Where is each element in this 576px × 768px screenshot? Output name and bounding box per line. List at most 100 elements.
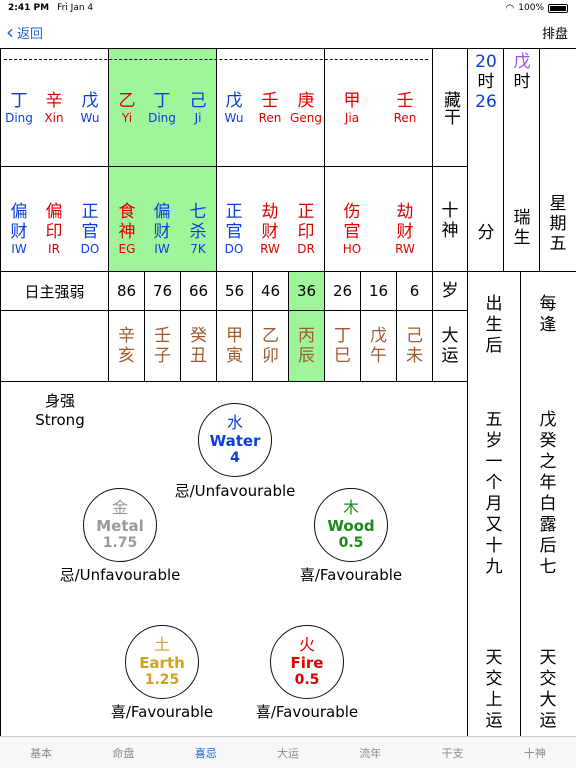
shishen-char-b: 神: [441, 221, 459, 241]
ten-god: 食 神 EG: [109, 196, 145, 262]
tab-basic[interactable]: 基本: [0, 737, 82, 768]
hidden-stem: 辛 Xin: [36, 78, 72, 138]
luck-branch: 丑: [190, 346, 207, 366]
luck-branch: 未: [406, 346, 423, 366]
age-cell[interactable]: 26: [325, 272, 360, 310]
age-cell[interactable]: 6: [397, 272, 432, 310]
god-abbr: EG: [118, 242, 136, 256]
luck-branch: 子: [154, 346, 171, 366]
tab-luck[interactable]: 大运: [247, 737, 329, 768]
dayun-char-b: 运: [441, 346, 459, 366]
age-cell[interactable]: 66: [181, 272, 216, 310]
element-fire[interactable]: 火 Fire 0.5: [270, 625, 344, 699]
god-char-b: 财: [10, 222, 28, 242]
vchar: 大: [539, 690, 557, 710]
god-abbr: DO: [80, 242, 100, 256]
ruisheng: 瑞 生: [504, 198, 540, 258]
stem-pinyin: Ren: [258, 111, 282, 125]
element-value: 4: [230, 450, 240, 466]
luck-pillar[interactable]: 戊午: [361, 311, 396, 381]
stem-char: 辛: [45, 91, 63, 111]
battery-percent: 100%: [518, 3, 544, 13]
weekday: 星 期 五: [540, 188, 576, 260]
ten-god: 偏 财 IW: [1, 196, 37, 262]
god-abbr: DO: [224, 242, 244, 256]
rizhu-text: 日主强弱: [24, 282, 85, 301]
hour-info: 20 时 26: [468, 52, 504, 122]
stem-char: 甲: [343, 91, 361, 111]
vchar: 运: [485, 711, 503, 731]
stem-pinyin: Geng: [290, 111, 322, 125]
luck-pillar[interactable]: 丁巳: [325, 311, 360, 381]
strength-label: 身强 Strong: [20, 390, 100, 432]
ruisheng-b: 生: [513, 228, 531, 248]
luck-branch: 辰: [298, 346, 315, 366]
tab-ganzhi[interactable]: 干支: [411, 737, 493, 768]
age-cell[interactable]: 56: [217, 272, 252, 310]
age-value: 26: [332, 282, 353, 300]
stem-char: 戊: [225, 91, 243, 111]
hidden-stem: 丁 Ding: [144, 78, 180, 138]
stem-pinyin: Xin: [44, 111, 64, 125]
element-wood[interactable]: 木 Wood 0.5: [314, 488, 388, 562]
luck-pillar[interactable]: 辛亥: [109, 311, 144, 381]
god-char-a: 劫: [396, 202, 414, 222]
stem-char: 壬: [396, 91, 414, 111]
luck-pillar[interactable]: 甲寅: [217, 311, 252, 381]
tab-yearly[interactable]: 流年: [329, 737, 411, 768]
god-char-a: 正: [225, 202, 243, 222]
vchar: 十: [485, 536, 503, 556]
age-cell[interactable]: 46: [253, 272, 288, 310]
luck-pillar[interactable]: 乙卯: [253, 311, 288, 381]
stem-char: 戊: [81, 91, 99, 111]
age-cell[interactable]: 76: [145, 272, 180, 310]
age-cell[interactable]: 36: [289, 272, 324, 310]
vchar: 个: [485, 473, 503, 493]
vchar: 月: [485, 494, 503, 514]
wifi-icon: ◠: [505, 2, 515, 14]
tab-tengods[interactable]: 十神: [494, 737, 576, 768]
grid-line: [520, 271, 521, 736]
age-cell[interactable]: 16: [361, 272, 396, 310]
element-en: Water: [209, 432, 261, 450]
back-label: 返回: [17, 26, 44, 42]
vchar: 年: [539, 473, 557, 493]
stem-char: 己: [189, 91, 207, 111]
vchar: 五: [485, 410, 503, 430]
god-abbr: RW: [395, 242, 415, 256]
element-earth[interactable]: 土 Earth 1.25: [125, 625, 199, 699]
strength-en: Strong: [35, 411, 85, 429]
luck-pillar[interactable]: 癸丑: [181, 311, 216, 381]
ten-god: 正 官 DO: [217, 196, 251, 262]
back-button[interactable]: ‹ 返回: [0, 22, 43, 42]
vchar: 七: [539, 557, 557, 577]
element-metal[interactable]: 金 Metal 1.75: [83, 488, 157, 562]
age-cell[interactable]: 86: [109, 272, 144, 310]
dayun-char-a: 大: [441, 326, 459, 346]
element-water[interactable]: 水 Water 4: [198, 403, 272, 477]
hidden-stem: 戊 Wu: [217, 78, 251, 138]
vchar: 交: [485, 669, 503, 689]
god-abbr: IR: [48, 242, 60, 256]
hidden-stem: 甲 Jia: [325, 78, 379, 138]
luck-pillar[interactable]: 丙辰: [289, 311, 324, 381]
tab-favourable[interactable]: 喜忌: [165, 737, 247, 768]
element-cn: 木: [342, 498, 359, 517]
stem-pinyin: Ding: [5, 111, 33, 125]
vertical-text-col2-mid: 戊 癸 之 年 白 露 后 七: [528, 410, 568, 578]
element-value: 1.75: [102, 535, 138, 551]
weekday-char: 星: [549, 194, 567, 214]
luck-pillar[interactable]: 己未: [397, 311, 432, 381]
paipan-button[interactable]: 排盘: [542, 23, 576, 42]
luck-branch: 卯: [262, 346, 279, 366]
luck-pillar[interactable]: 壬子: [145, 311, 180, 381]
god-abbr: 7K: [190, 242, 206, 256]
stem-char: 乙: [118, 91, 136, 111]
hidden-stem: 乙 Yi: [109, 78, 145, 138]
god-char-b: 印: [297, 222, 315, 242]
vertical-text-col1-bot: 天 交 上 运: [474, 648, 514, 732]
luck-stem: 壬: [154, 326, 171, 346]
grid-line: [0, 48, 1, 736]
tab-chart[interactable]: 命盘: [82, 737, 164, 768]
god-char-b: 官: [225, 222, 243, 242]
